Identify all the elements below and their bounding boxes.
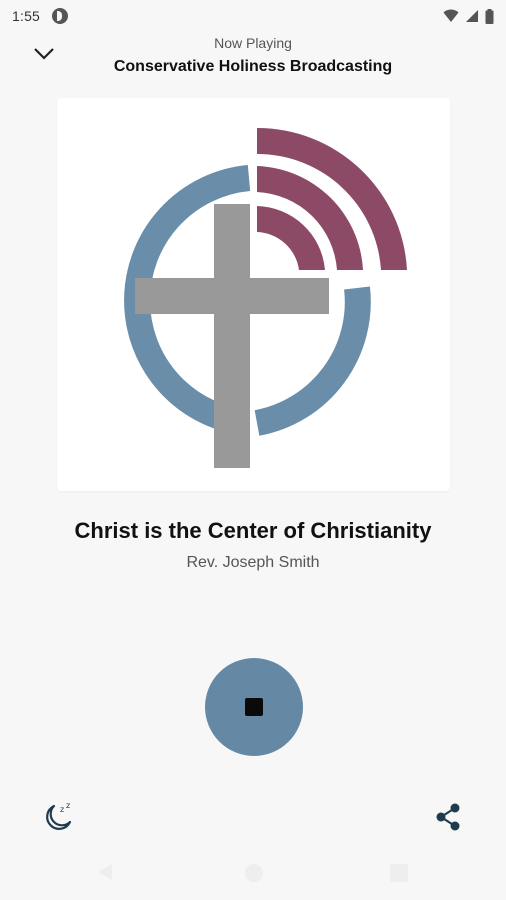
wifi-icon <box>443 9 459 22</box>
album-artwork <box>57 98 450 491</box>
svg-text:z: z <box>66 801 70 810</box>
sleep-timer-moon-icon: z z <box>46 801 72 830</box>
back-triangle-icon[interactable] <box>96 863 114 881</box>
share-button[interactable] <box>433 800 463 834</box>
logo-waves <box>257 127 407 270</box>
recents-square-icon[interactable] <box>390 864 408 882</box>
system-nav-bar <box>0 846 506 900</box>
cell-signal-icon <box>466 10 478 22</box>
svg-text:z: z <box>60 805 64 814</box>
now-playing-label: Now Playing <box>214 35 292 51</box>
stop-button[interactable] <box>205 658 303 756</box>
stop-icon <box>245 698 263 716</box>
sleep-timer-button[interactable]: z z <box>42 800 76 834</box>
status-bar: 1:55 <box>0 0 506 32</box>
app-notification-icon <box>52 8 69 24</box>
battery-icon <box>485 8 494 24</box>
status-time: 1:55 <box>12 8 41 24</box>
now-playing-header: Now Playing Conservative Holiness Broadc… <box>0 32 506 82</box>
track-artist: Rev. Joseph Smith <box>186 554 320 571</box>
home-circle-icon[interactable] <box>245 864 263 882</box>
status-icons <box>443 8 494 24</box>
station-name: Conservative Holiness Broadcasting <box>113 58 393 75</box>
share-icon <box>436 803 460 831</box>
station-logo <box>124 127 407 468</box>
track-title: Christ is the Center of Christianity <box>74 518 432 543</box>
